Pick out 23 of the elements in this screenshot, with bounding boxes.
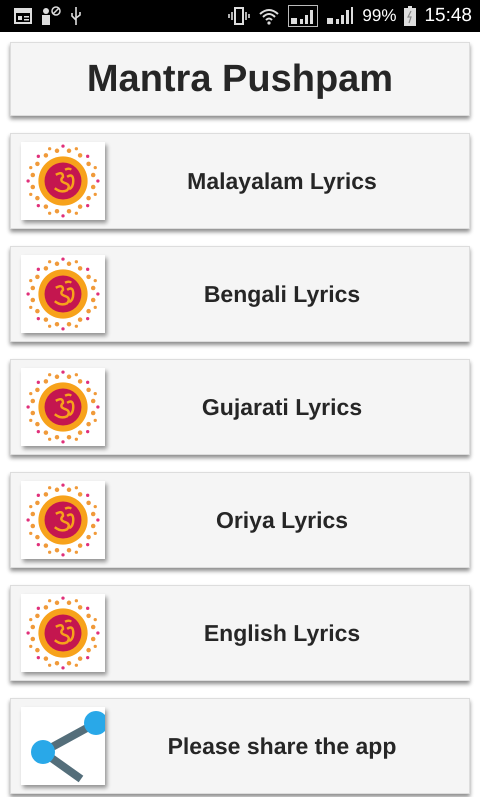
usb-icon: [70, 6, 82, 26]
mandala-icon: [21, 481, 105, 559]
mandala-icon: [21, 142, 105, 220]
signal-icon: [288, 5, 318, 27]
lyrics-menu-button[interactable]: Malayalam Lyrics: [10, 133, 470, 229]
mandala-icon: [21, 594, 105, 672]
app-title: Mantra Pushpam: [10, 42, 470, 116]
person-blocked-icon: [40, 5, 62, 27]
battery-percent: 99%: [362, 6, 396, 26]
signal-icon: [326, 6, 354, 26]
clock: 15:48: [424, 5, 472, 27]
lyrics-menu-button[interactable]: Bengali Lyrics: [10, 246, 470, 342]
share-button[interactable]: Please share the app: [10, 698, 470, 794]
vibrate-icon: [228, 6, 250, 26]
lyrics-menu-button[interactable]: Oriya Lyrics: [10, 472, 470, 568]
battery-icon: [404, 6, 416, 26]
share-icon: [21, 707, 105, 785]
lyrics-menu-button[interactable]: Gujarati Lyrics: [10, 359, 470, 455]
mandala-icon: [21, 368, 105, 446]
calendar-icon: [14, 8, 32, 24]
mandala-icon: [21, 255, 105, 333]
wifi-icon: [258, 7, 280, 25]
lyrics-menu-button[interactable]: English Lyrics: [10, 585, 470, 681]
